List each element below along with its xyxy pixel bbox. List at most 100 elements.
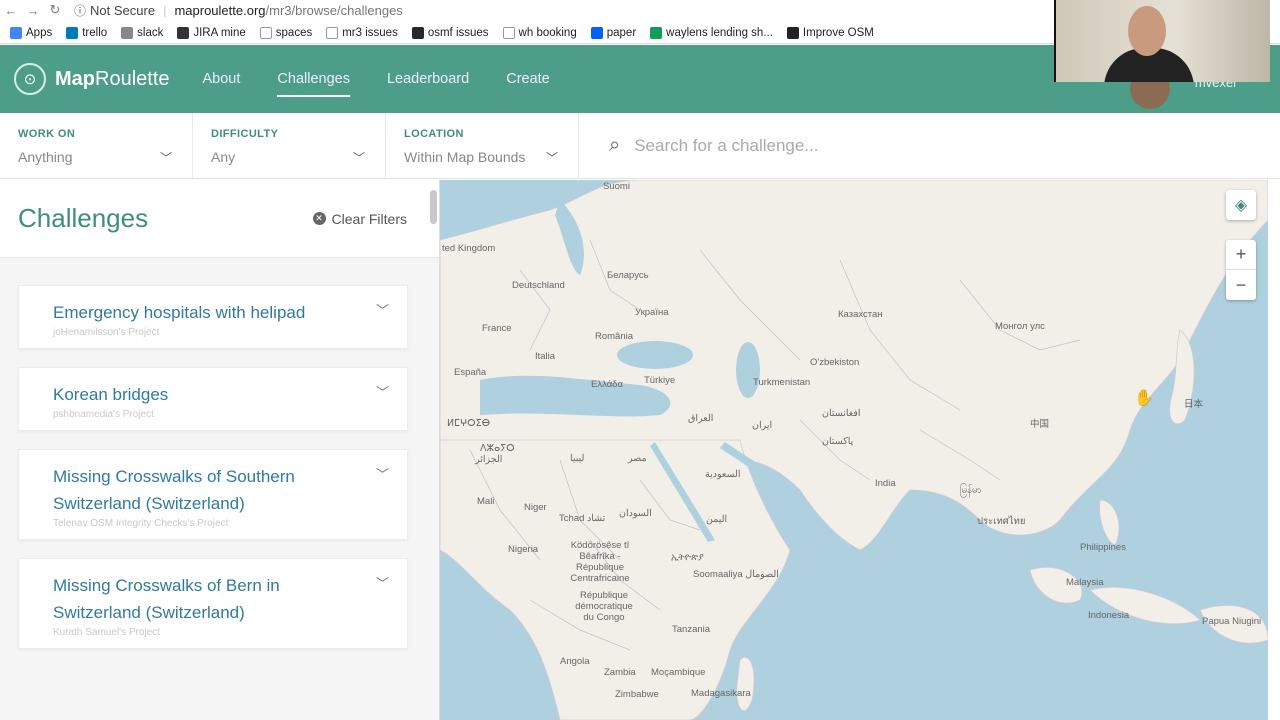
back-icon[interactable]: ← — [0, 3, 22, 18]
bookmark-item[interactable]: JIRA mine — [177, 26, 246, 39]
map-place-label: Angola — [560, 656, 590, 667]
challenge-owner: joHenamilsson's Project — [53, 327, 160, 338]
filter-location[interactable]: LOCATION Within Map Bounds ﹀ — [386, 113, 579, 178]
map-place-label: España — [454, 367, 487, 378]
map-place-label: ኢትዮጵያ — [671, 552, 704, 563]
bookmark-label: Apps — [26, 26, 53, 39]
compass-icon: ⊙ — [14, 63, 46, 95]
bookmark-item[interactable]: slack — [121, 26, 164, 39]
map-place-label: الجزائر — [475, 454, 503, 465]
close-icon: ✕ — [312, 212, 326, 225]
reload-icon[interactable]: ↻ — [44, 2, 66, 18]
zoom-out-button[interactable]: − — [1226, 270, 1256, 300]
map-place-label: Moçambique — [651, 667, 706, 678]
clear-filters-label: Clear Filters — [331, 210, 407, 227]
bookmark-label: osmf issues — [427, 26, 489, 39]
nav-challenges[interactable]: Challenges — [277, 65, 350, 97]
bookmark-label: waylens lending sh... — [666, 26, 773, 39]
filter-difficulty[interactable]: DIFFICULTY Any ﹀ — [193, 113, 386, 178]
challenge-name[interactable]: Missing Crosswalks of Bern in Switzerlan… — [53, 572, 367, 626]
challenge-owner: Telenav OSM Integrity Checks's Project — [53, 518, 229, 529]
chevron-down-icon[interactable]: ﹀ — [376, 464, 389, 483]
chevron-down-icon[interactable]: ﹀ — [376, 300, 389, 319]
map-place-label: العراق — [688, 413, 714, 424]
url-path[interactable]: /mr3/browse/challenges — [266, 3, 403, 18]
webcam-person-head — [1128, 6, 1166, 56]
map-place-label: ประเทศไทย — [977, 516, 1026, 527]
clear-filters-button[interactable]: ✕ Clear Filters — [312, 210, 407, 227]
challenges-sidebar: Challenges ✕ Clear Filters Emergency hos… — [0, 180, 440, 720]
bookmark-label: mr3 issues — [342, 26, 398, 39]
map-place-label: ted Kingdom — [442, 243, 496, 254]
filter-location-label: LOCATION — [404, 128, 464, 140]
filter-work-on[interactable]: WORK ON Anything ﹀ — [0, 113, 193, 178]
map-place-label: 中国 — [1030, 419, 1050, 430]
search-icon: ⌕ — [609, 134, 621, 156]
bookmark-icon — [177, 26, 190, 39]
bookmark-label: slack — [137, 26, 164, 39]
map-place-label: Zimbabwe — [615, 689, 659, 700]
map[interactable]: Suomi ted Kingdom Беларусь Deutschland Украї… — [440, 180, 1268, 720]
bookmark-item[interactable]: waylens lending sh... — [650, 26, 773, 39]
bookmark-label: JIRA mine — [193, 26, 246, 39]
filter-bar: WORK ON Anything ﹀ DIFFICULTY Any ﹀ LOCA… — [0, 113, 1280, 179]
chevron-down-icon: ﹀ — [159, 151, 172, 165]
map-place-label: Papua Niugini — [1202, 616, 1262, 627]
bookmark-label: wh booking — [518, 26, 577, 39]
nav-about[interactable]: About — [203, 65, 241, 93]
challenge-card[interactable]: Missing Crosswalks of Southern Switzerla… — [18, 449, 408, 540]
map-place-label: Malaysia — [1066, 577, 1104, 588]
forward-icon[interactable]: → — [22, 3, 44, 18]
layers-icon[interactable]: ◈ — [1226, 190, 1256, 220]
bookmark-icon — [590, 26, 603, 39]
url-host[interactable]: maproulette.org — [174, 3, 265, 18]
bookmark-icon — [121, 26, 134, 39]
zoom-in-button[interactable]: + — [1226, 240, 1256, 270]
map-place-label: مصر — [628, 453, 647, 464]
logo[interactable]: ⊙ MapRoulette — [14, 63, 170, 95]
bookmark-item[interactable]: osmf issues — [411, 26, 489, 39]
bookmark-item[interactable]: paper — [590, 26, 636, 39]
search-input[interactable] — [634, 135, 1135, 156]
map-place-label: Türkiye — [644, 375, 676, 386]
map-place-label: Беларусь — [607, 270, 649, 281]
map-place-label: Ködörösêse tî Bêafrîka - République Cent… — [570, 540, 630, 584]
map-place-label: Zambia — [604, 667, 636, 678]
map-place-label: ليبيا — [570, 453, 585, 464]
bookmark-item[interactable]: Apps — [10, 26, 53, 39]
challenge-card[interactable]: Missing Crosswalks of Bern in Switzerlan… — [18, 558, 408, 649]
map-place-label: افغانستان — [822, 408, 861, 419]
map-place-label: Deutschland — [512, 280, 565, 291]
bookmark-item[interactable]: spaces — [259, 26, 312, 39]
scrollbar[interactable] — [430, 190, 437, 224]
map-place-label: Italia — [535, 351, 556, 362]
map-place-label: Казахстан — [838, 309, 883, 320]
chevron-down-icon[interactable]: ﹀ — [376, 573, 389, 592]
map-place-label: Soomaaliya الصومال — [693, 569, 779, 580]
bookmark-icon — [10, 26, 22, 39]
nav-leaderboard[interactable]: Leaderboard — [387, 65, 469, 93]
challenge-name[interactable]: Missing Crosswalks of Southern Switzerla… — [53, 463, 367, 517]
challenge-card[interactable]: Korean bridges pshbnamedia's Project ﹀ — [18, 367, 408, 431]
chevron-down-icon[interactable]: ﹀ — [376, 382, 389, 401]
info-icon[interactable]: ⓘ — [74, 2, 86, 19]
bookmark-icon — [786, 26, 799, 39]
challenge-name[interactable]: Emergency hospitals with helipad — [53, 299, 367, 326]
bookmark-item[interactable]: Improve OSM — [786, 26, 874, 39]
challenge-name[interactable]: Korean bridges — [53, 381, 367, 408]
url-separator: | — [163, 2, 167, 18]
bookmark-item[interactable]: trello — [66, 26, 107, 39]
map-place-label: Philippines — [1080, 542, 1126, 553]
map-place-label: မြန်မာ — [960, 485, 982, 496]
nav-create[interactable]: Create — [506, 65, 550, 93]
map-place-label: ایران — [752, 420, 773, 431]
map-place-label: پاکستان — [822, 436, 854, 447]
map-place-label: Tchad تشاد — [559, 513, 606, 524]
bookmark-item[interactable]: wh booking — [502, 26, 577, 39]
map-place-label: ⴷⵣⴰⵢⵔ — [480, 443, 515, 454]
map-place-label: Nigeria — [508, 544, 539, 555]
challenge-card[interactable]: Emergency hospitals with helipad joHenami… — [18, 285, 408, 349]
challenge-owner: Kurath Samuel's Project — [53, 627, 160, 638]
sidebar-header: Challenges ✕ Clear Filters — [0, 180, 439, 258]
bookmark-item[interactable]: mr3 issues — [326, 26, 398, 39]
